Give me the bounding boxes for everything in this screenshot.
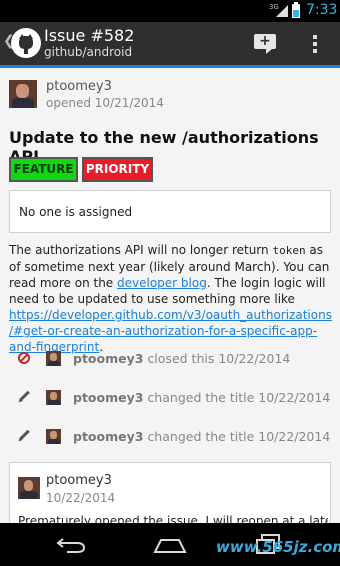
home-icon[interactable]: [153, 537, 187, 553]
author-avatar[interactable]: [9, 80, 37, 108]
event-user[interactable]: ptoomey3: [73, 351, 143, 366]
body-text-segment: The authorizations API will no longer re…: [9, 243, 273, 257]
inline-code: token: [272, 244, 306, 257]
closed-icon: [18, 352, 30, 364]
pencil-icon: [17, 390, 30, 404]
event-row: ptoomey3 closed this 10/22/2014: [0, 340, 340, 380]
event-user[interactable]: ptoomey3: [73, 429, 143, 444]
event-action: changed the title 10/22/2014: [147, 390, 331, 405]
event-text: ptoomey3 changed the title 10/22/2014: [73, 390, 330, 405]
event-action: changed the title 10/22/2014: [147, 429, 331, 444]
comment-date: 10/22/2014: [46, 491, 116, 505]
event-avatar[interactable]: [46, 390, 61, 405]
comment-author-name[interactable]: ptoomey3: [46, 473, 112, 488]
label-feature[interactable]: FEATURE: [9, 157, 78, 182]
navigation-bar: www.565jz.com: [0, 523, 340, 566]
event-text: ptoomey3 changed the title 10/22/2014: [73, 429, 330, 444]
event-text: ptoomey3 closed this 10/22/2014: [73, 351, 290, 366]
pencil-icon: [17, 429, 30, 443]
issue-content[interactable]: ptoomey3 opened 10/21/2014 Update to the…: [0, 68, 340, 523]
repository-name: github/android: [44, 45, 133, 59]
author-name[interactable]: ptoomey3: [46, 79, 112, 94]
event-action: closed this 10/22/2014: [147, 351, 291, 366]
signal-icon: [276, 5, 288, 17]
watermark: www.565jz.com: [216, 538, 340, 556]
event-row: ptoomey3 changed the title 10/22/2014: [0, 379, 340, 419]
label-priority[interactable]: PRIORITY: [82, 157, 153, 182]
event-avatar[interactable]: [46, 351, 61, 366]
github-octocat-icon[interactable]: [11, 28, 41, 58]
clock: 7:33: [306, 2, 338, 18]
issue-number-title: Issue #582: [44, 26, 135, 45]
assignee-box[interactable]: No one is assigned: [9, 190, 331, 233]
battery-icon: [292, 2, 300, 18]
overflow-menu-icon[interactable]: [308, 32, 322, 56]
status-bar: 3G 7:33: [0, 0, 340, 22]
opened-date: opened 10/21/2014: [46, 96, 164, 110]
issue-body: The authorizations API will no longer re…: [9, 242, 333, 355]
add-comment-icon[interactable]: +: [252, 31, 278, 55]
comment-author-avatar[interactable]: [18, 477, 40, 499]
event-row: ptoomey3 changed the title 10/22/2014: [0, 418, 340, 458]
action-bar: ❮ Issue #582 github/android +: [0, 22, 340, 65]
comment-card[interactable]: ptoomey3 10/22/2014 Prematurely opened t…: [9, 462, 331, 523]
event-user[interactable]: ptoomey3: [73, 390, 143, 405]
developer-blog-link[interactable]: developer blog: [117, 276, 207, 290]
assignee-text: No one is assigned: [19, 205, 133, 219]
event-avatar[interactable]: [46, 429, 61, 444]
comment-body: Prematurely opened the issue. I will reo…: [18, 514, 328, 523]
back-icon[interactable]: [55, 535, 87, 553]
